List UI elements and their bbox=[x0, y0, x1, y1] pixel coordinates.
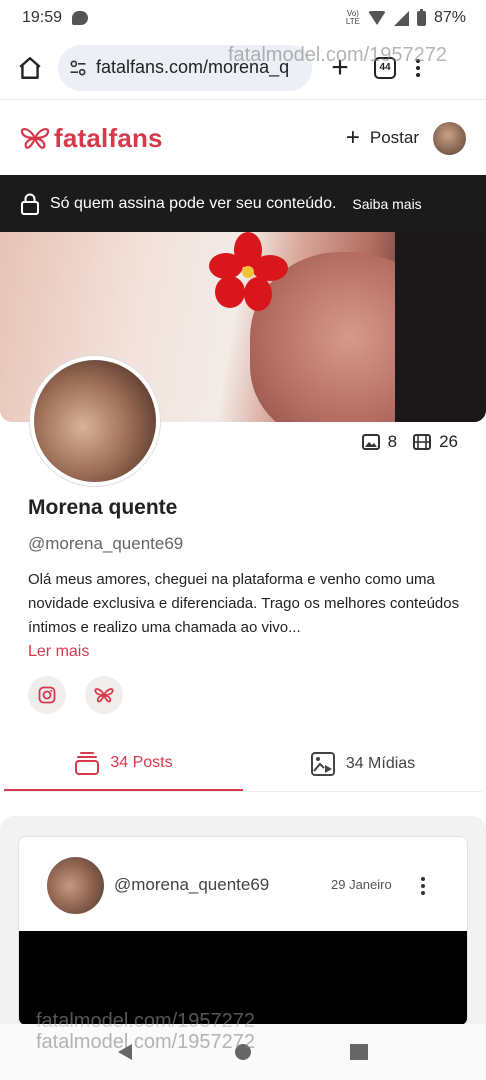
home-button[interactable] bbox=[14, 52, 46, 84]
photo-count: 8 bbox=[387, 432, 398, 451]
home-circle-icon[interactable] bbox=[235, 1044, 251, 1060]
post-card[interactable]: @morena_quente69 29 Janeiro bbox=[18, 836, 468, 1026]
volte-bottom-text: LTE bbox=[345, 17, 360, 26]
learn-more-link[interactable]: Saiba mais bbox=[352, 196, 421, 212]
tab-posts[interactable]: 34 Posts bbox=[4, 736, 243, 791]
browser-menu-button[interactable] bbox=[416, 58, 420, 77]
post-media[interactable] bbox=[19, 931, 467, 1025]
address-bar[interactable]: fatalfans.com/morena_q bbox=[58, 44, 312, 91]
status-time: 19:59 bbox=[22, 9, 63, 26]
url-text: fatalfans.com/morena_q bbox=[96, 57, 290, 77]
post-button-label: Postar bbox=[369, 128, 419, 147]
butterfly-icon bbox=[94, 688, 114, 703]
profile-tabs: 34 Posts 34 Mídias bbox=[4, 736, 482, 792]
posts-stack-icon bbox=[75, 751, 100, 775]
site-settings-icon[interactable] bbox=[68, 58, 88, 78]
status-icons: Vo) LTE 87% bbox=[346, 8, 466, 27]
fatalfans-logo[interactable]: fatalfans bbox=[20, 123, 163, 154]
butterfly-logo-icon bbox=[20, 127, 50, 149]
home-icon bbox=[19, 56, 41, 79]
instagram-button[interactable] bbox=[28, 676, 66, 714]
browser-toolbar: fatalfans.com/morena_q + 44 bbox=[0, 36, 486, 100]
back-icon[interactable] bbox=[118, 1044, 132, 1060]
banner-text: Só quem assina pode ver seu conteúdo. bbox=[50, 194, 337, 212]
hibiscus-flower-icon bbox=[209, 232, 288, 311]
instagram-icon bbox=[38, 686, 56, 704]
video-count: 26 bbox=[439, 432, 458, 451]
volte-icon: Vo) LTE bbox=[346, 10, 360, 26]
post-date: 29 Janeiro bbox=[331, 877, 392, 892]
profile-avatar[interactable] bbox=[30, 356, 160, 486]
recent-apps-icon[interactable] bbox=[350, 1044, 368, 1060]
logo-text: fatalfans bbox=[54, 122, 163, 153]
cover-hair-shape bbox=[395, 232, 486, 422]
tab-media-label: 34 Mídias bbox=[345, 754, 416, 772]
tab-media[interactable]: 34 Mídias bbox=[243, 736, 482, 791]
photo-icon bbox=[361, 434, 380, 450]
user-avatar[interactable] bbox=[433, 121, 466, 155]
android-nav-bar bbox=[0, 1024, 486, 1080]
signal-icon bbox=[393, 10, 409, 26]
lock-icon bbox=[21, 193, 39, 215]
tab-posts-label: 34 Posts bbox=[110, 753, 173, 771]
profile-name: Morena quente bbox=[28, 496, 178, 519]
message-notification-icon bbox=[72, 11, 89, 25]
media-icon bbox=[310, 751, 335, 776]
tab-switcher-button[interactable]: 44 bbox=[374, 56, 396, 79]
site-header: fatalfans + Postar bbox=[0, 101, 486, 175]
fatalfans-link-button[interactable] bbox=[85, 676, 123, 714]
post-button[interactable]: + Postar bbox=[345, 124, 419, 151]
profile-handle: @morena_quente69 bbox=[28, 534, 184, 553]
battery-icon bbox=[416, 8, 426, 26]
post-author-avatar[interactable] bbox=[47, 857, 104, 914]
status-bar: 19:59 Vo) LTE 87% bbox=[0, 0, 486, 36]
post-author-handle[interactable]: @morena_quente69 bbox=[114, 875, 269, 895]
post-menu-button[interactable] bbox=[421, 877, 425, 895]
profile-bio: Olá meus amores, cheguei na plataforma e… bbox=[28, 571, 460, 636]
new-tab-button[interactable]: + bbox=[326, 52, 354, 82]
video-icon bbox=[413, 434, 432, 450]
media-counts: 8 26 bbox=[361, 432, 458, 452]
plus-icon: + bbox=[345, 124, 360, 151]
subscribe-banner: Só quem assina pode ver seu conteúdo. Sa… bbox=[0, 175, 486, 232]
wifi-icon bbox=[367, 11, 386, 25]
read-more-link[interactable]: Ler mais bbox=[28, 643, 89, 661]
battery-percent: 87% bbox=[433, 9, 466, 26]
